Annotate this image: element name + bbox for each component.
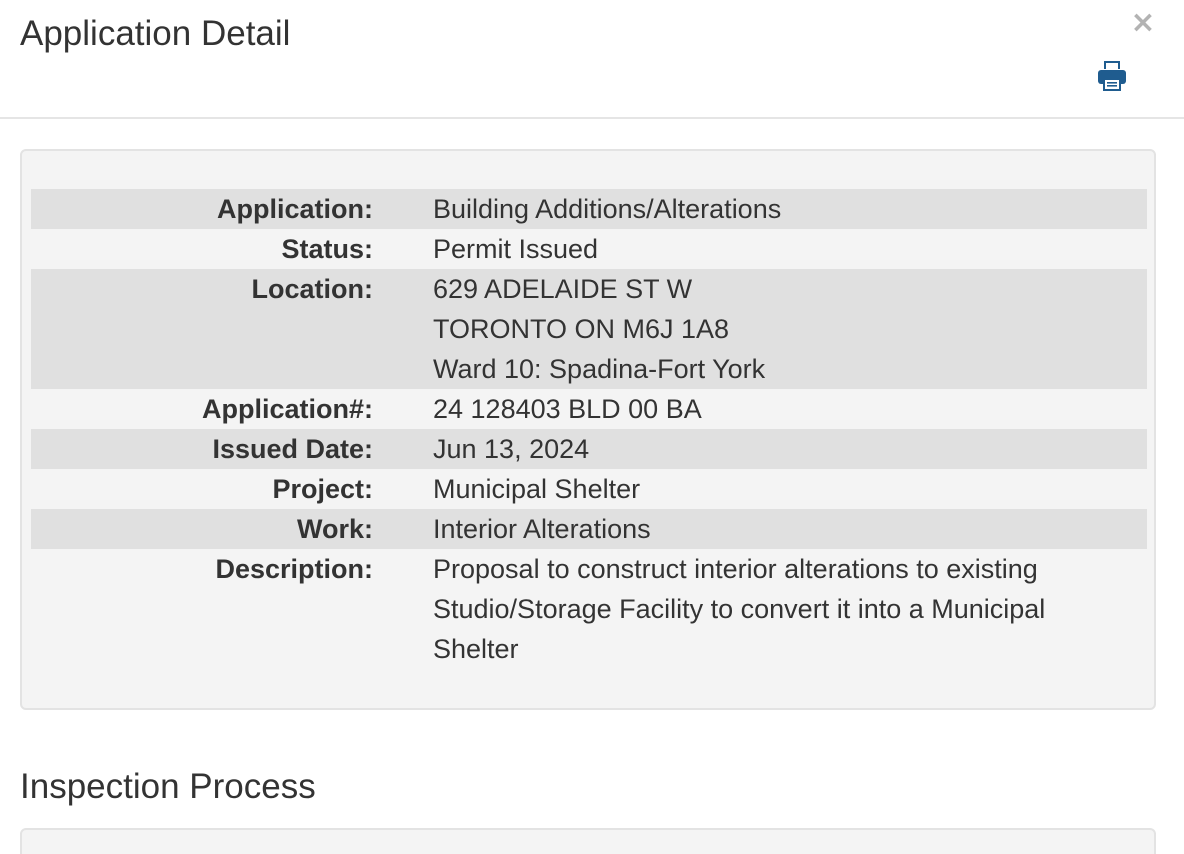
detail-row: Location: 629 ADELAIDE ST W TORONTO ON M6J… <box>31 269 1147 389</box>
detail-label: Project: <box>272 474 373 504</box>
detail-value: Permit Issued <box>433 229 1147 269</box>
detail-value-line: Proposal to construct interior alteratio… <box>433 554 1038 584</box>
detail-value-line: 24 128403 BLD 00 BA <box>433 394 702 424</box>
detail-label: Status: <box>281 234 373 264</box>
detail-value-line: Interior Alterations <box>433 514 651 544</box>
detail-row: Description: Proposal to construct interi… <box>31 549 1147 669</box>
detail-value: 629 ADELAIDE ST W TORONTO ON M6J 1A8 Ward … <box>433 269 1147 389</box>
detail-row: Issued Date: Jun 13, 2024 <box>31 429 1147 469</box>
inspection-process-title: Inspection Process <box>20 767 316 806</box>
print-icon <box>1098 61 1126 91</box>
detail-value-line: Jun 13, 2024 <box>433 434 590 464</box>
detail-label: Application#: <box>201 394 373 424</box>
detail-value-line: Municipal Shelter <box>433 474 641 504</box>
application-details-table: Application: Building Additions/Alteratio… <box>31 189 1147 669</box>
application-detail-modal: Application Detail × Application: Buildin… <box>0 0 1184 854</box>
modal-title: Application Detail <box>20 14 291 53</box>
detail-value: Building Additions/Alterations <box>433 189 1147 229</box>
detail-value-line: Ward 10: Spadina-Fort York <box>433 354 766 384</box>
detail-value-line: Shelter <box>433 634 519 664</box>
detail-value-line: 629 ADELAIDE ST W <box>433 274 693 304</box>
detail-value: 24 128403 BLD 00 BA <box>433 389 1147 429</box>
detail-row: Application#: 24 128403 BLD 00 BA <box>31 389 1147 429</box>
detail-value: Jun 13, 2024 <box>433 429 1147 469</box>
close-button[interactable]: × <box>1128 6 1158 40</box>
detail-row: Application: Building Additions/Alteratio… <box>31 189 1147 229</box>
detail-label: Application: <box>31 189 433 229</box>
detail-value-line: Building Additions/Alterations <box>433 194 782 224</box>
detail-label: Issued Date: <box>31 429 433 469</box>
application-details-panel: Application: Building Additions/Alteratio… <box>20 149 1156 710</box>
detail-value-line: TORONTO ON M6J 1A8 <box>433 314 730 344</box>
detail-value-line: Studio/Storage Facility to convert it in… <box>433 594 1046 624</box>
detail-row: Status: Permit Issued <box>31 229 1147 269</box>
detail-label: Work: <box>31 509 433 549</box>
detail-row: Work: Interior Alterations <box>31 509 1147 549</box>
detail-value: Interior Alterations <box>433 509 1147 549</box>
detail-label: Description: <box>215 554 373 584</box>
detail-row: Project: Municipal Shelter <box>31 469 1147 509</box>
detail-value-line: Permit Issued <box>433 234 599 264</box>
detail-label: Location: <box>31 269 433 389</box>
detail-value: Municipal Shelter <box>433 469 1147 509</box>
inspection-process-panel <box>20 828 1156 854</box>
modal-header: Application Detail × <box>0 0 1184 119</box>
print-button[interactable] <box>1094 58 1130 94</box>
detail-value: Proposal to construct interior alteratio… <box>433 549 1147 669</box>
